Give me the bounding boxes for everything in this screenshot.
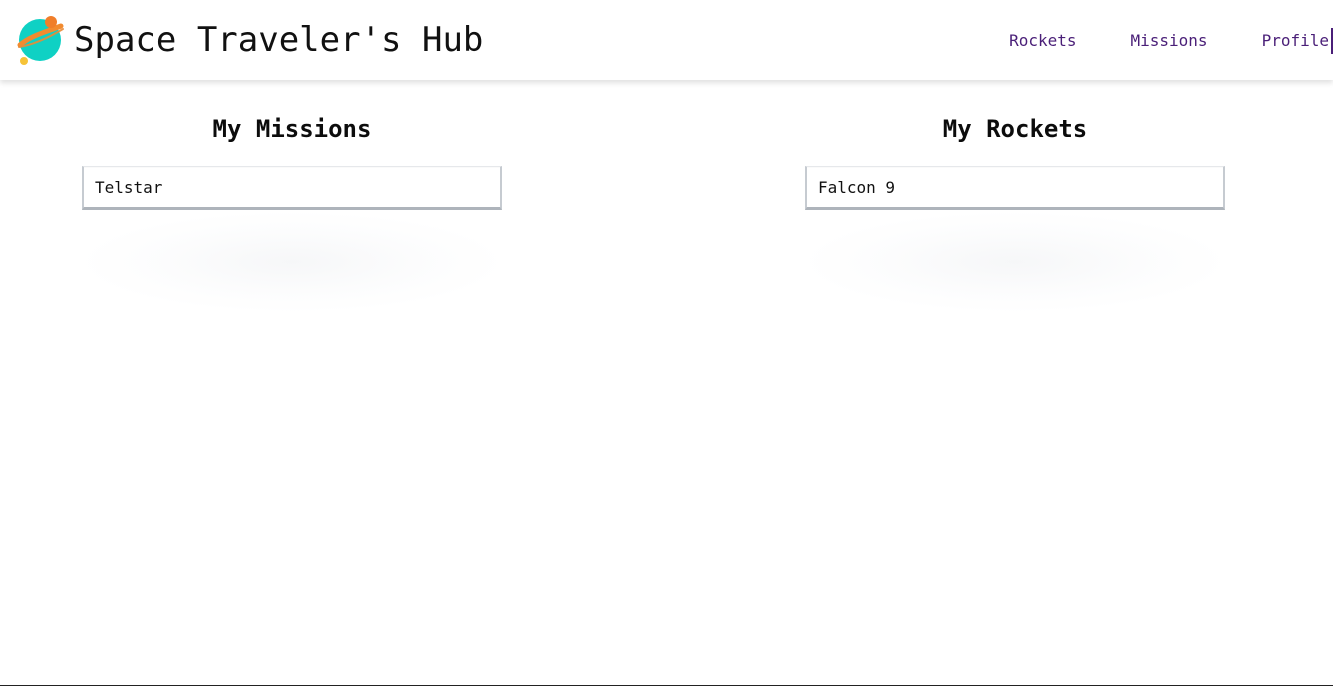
my-missions-title: My Missions [212, 115, 372, 143]
list-shadow-decoration [805, 212, 1225, 312]
nav-link-rockets[interactable]: Rockets [1009, 28, 1076, 54]
nav-link-profile[interactable]: Profile [1262, 28, 1329, 54]
site-title: Space Traveler's Hub [74, 20, 484, 60]
my-missions-list: Telstar [82, 166, 502, 210]
profile-page: My Missions Telstar My Rockets Falcon 9 [0, 82, 1333, 686]
page: Space Traveler's Hub Rockets Missions Pr… [0, 0, 1333, 686]
mission-list-item: Telstar [82, 166, 502, 210]
nav-link-missions[interactable]: Missions [1131, 28, 1208, 54]
nav-link-profile-wrapper: Profile [1262, 28, 1333, 54]
my-rockets-list: Falcon 9 [805, 166, 1225, 210]
planet-icon [17, 16, 64, 65]
main-nav: Rockets Missions Profile [1009, 28, 1333, 54]
rocket-list-item: Falcon 9 [805, 166, 1225, 210]
brand[interactable]: Space Traveler's Hub [14, 14, 483, 66]
my-rockets-title: My Rockets [942, 115, 1088, 143]
list-shadow-decoration [82, 212, 502, 312]
header: Space Traveler's Hub Rockets Missions Pr… [0, 0, 1333, 80]
